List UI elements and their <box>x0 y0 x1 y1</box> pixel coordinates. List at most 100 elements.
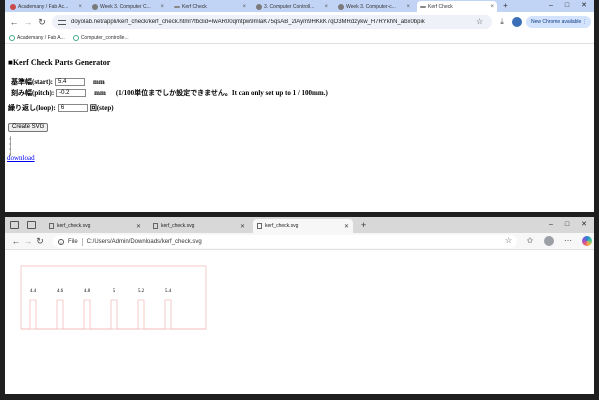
copilot-icon[interactable] <box>582 236 592 246</box>
favorite-star-icon[interactable]: ☆ <box>505 236 512 245</box>
chrome-tab-0[interactable]: Academany / Fab Ac... × <box>7 1 85 12</box>
kerf-width-label-3: 5 <box>113 289 116 294</box>
chrome-window: Academany / Fab Ac... × Week 3. Computer… <box>5 0 594 212</box>
close-window-button[interactable]: ✕ <box>577 0 591 12</box>
tab-close-icon[interactable]: × <box>78 4 82 10</box>
edge-tab-2-active[interactable]: kerf_check.svg ✕ <box>253 219 353 233</box>
reload-button[interactable]: ↻ <box>37 17 47 27</box>
tab-label: Kerf Check <box>428 3 453 10</box>
kerf-width-label-0: 4.4 <box>30 289 37 294</box>
forward-button[interactable]: → <box>23 236 33 246</box>
tab-favicon-icon <box>174 5 180 8</box>
kerf-width-label-5: 5.4 <box>165 289 172 294</box>
maximize-button[interactable]: □ <box>560 217 574 233</box>
tab-close-icon[interactable]: × <box>324 4 328 10</box>
start-label: 基準幅(start): <box>11 78 53 86</box>
info-icon[interactable]: i <box>58 238 64 245</box>
minimize-button[interactable]: – <box>544 217 558 233</box>
create-svg-button[interactable]: Create SVG <box>8 123 49 132</box>
url-text[interactable]: doyolab.net/appli/kerf_check/kerf_check.… <box>71 19 492 25</box>
edge-tab-0[interactable]: kerf_check.svg ✕ <box>45 219 145 233</box>
svg-outline-frame <box>20 265 207 330</box>
kerf-comb-path <box>21 299 206 330</box>
chrome-tab-5-active[interactable]: Kerf Check × <box>417 1 497 12</box>
loop-row: 繰り返し(loop): 6 回(step) <box>8 103 114 113</box>
bookmark-star-icon[interactable]: ☆ <box>476 17 483 26</box>
kerf-width-label-1: 4.6 <box>57 289 64 294</box>
file-icon <box>49 223 54 229</box>
tab-close-icon[interactable]: ✕ <box>240 223 245 230</box>
loop-label: 繰り返し(loop): <box>8 104 56 112</box>
maximize-button[interactable]: □ <box>560 0 574 12</box>
chrome-tab-strip: Academany / Fab Ac... × Week 3. Computer… <box>5 0 594 12</box>
profile-avatar[interactable] <box>544 236 554 246</box>
download-icon[interactable]: ⤓ <box>497 17 507 27</box>
kebab-menu-icon[interactable]: ⋮ <box>582 19 587 25</box>
tab-actions-icon[interactable] <box>27 221 36 229</box>
tab-favicon-icon <box>92 3 98 10</box>
bookmark-label: Academany / Fab A... <box>17 34 65 41</box>
back-button[interactable]: ← <box>11 236 21 246</box>
address-bar[interactable]: i File C:/Users/Admin/Downloads/kerf_che… <box>53 235 517 248</box>
pitch-input[interactable]: -0.2 <box>56 89 87 97</box>
edge-tab-strip: kerf_check.svg ✕ kerf_check.svg ✕ kerf_c… <box>5 217 594 233</box>
bookmark-label: Computer_controlle... <box>80 34 129 41</box>
pitch-unit: mm <box>94 89 106 97</box>
bookmark-item-1[interactable]: Computer_controlle... <box>72 34 129 41</box>
bookmark-item-0[interactable]: Academany / Fab A... <box>9 34 65 41</box>
tab-close-icon[interactable]: × <box>160 4 164 10</box>
chrome-tab-4[interactable]: Week 3. Computer-c... × <box>335 1 413 12</box>
url-text[interactable]: C:/Users/Admin/Downloads/kerf_check.svg <box>87 239 517 245</box>
svg-viewer: 4.4 4.6 4.8 5 5.2 5.4 <box>5 250 594 394</box>
update-label: New Chrome available <box>531 19 582 25</box>
kerf-width-label-4: 5.2 <box>138 289 145 294</box>
loop-unit: 回(step) <box>89 104 114 112</box>
tab-close-icon[interactable]: × <box>406 4 410 10</box>
close-window-button[interactable]: ✕ <box>577 217 591 233</box>
loop-input[interactable]: 6 <box>57 104 88 112</box>
profile-avatar[interactable] <box>512 17 522 27</box>
pitch-label: 刻み幅(pitch): <box>11 89 55 97</box>
tab-favicon-icon <box>338 3 344 10</box>
new-tab-button[interactable]: + <box>501 1 510 11</box>
tab-close-icon[interactable]: × <box>242 4 246 10</box>
back-button[interactable]: ← <box>9 17 19 27</box>
kerf-generator-page: ■Kerf Check Parts Generator 基準幅(start): … <box>5 45 594 212</box>
tab-close-icon[interactable]: ✕ <box>344 223 349 230</box>
new-tab-button[interactable]: + <box>361 220 366 230</box>
tab-label: Week 3. Computer C... <box>100 3 151 10</box>
tab-label: kerf_check.svg <box>161 223 195 229</box>
edge-toolbar: ← → ↻ i File C:/Users/Admin/Downloads/ke… <box>5 233 594 250</box>
file-icon <box>257 223 262 229</box>
chrome-toolbar: ← → ↻ doyolab.net/appli/kerf_check/kerf_… <box>5 12 594 32</box>
edge-window: kerf_check.svg ✕ kerf_check.svg ✕ kerf_c… <box>5 217 594 394</box>
tab-favicon-icon <box>420 5 426 8</box>
forward-button[interactable]: → <box>23 17 33 27</box>
page-title: ■Kerf Check Parts Generator <box>8 58 111 67</box>
tab-close-icon[interactable]: × <box>490 4 494 10</box>
address-bar[interactable]: doyolab.net/appli/kerf_check/kerf_check.… <box>52 15 492 29</box>
start-row: 基準幅(start): 5.4 mm <box>11 77 105 87</box>
start-input[interactable]: 5.4 <box>55 78 85 86</box>
download-link[interactable]: download <box>7 154 35 162</box>
chrome-tab-3[interactable]: 3. Computer Controll... × <box>253 1 331 12</box>
workspaces-icon[interactable] <box>10 221 19 229</box>
reload-button[interactable]: ↻ <box>35 236 45 246</box>
favorites-icon[interactable]: ✩ <box>525 236 535 246</box>
new-chrome-available-button[interactable]: New Chrome available ⋮ <box>526 16 591 28</box>
tab-label: kerf_check.svg <box>57 223 91 229</box>
tab-close-icon[interactable]: ✕ <box>136 223 141 230</box>
edge-tab-1[interactable]: kerf_check.svg ✕ <box>149 219 249 233</box>
pitch-row: 刻み幅(pitch): -0.2 mm (1/100単位までしか設定できません。… <box>11 88 328 98</box>
more-menu-icon[interactable]: ⋯ <box>563 236 573 246</box>
globe-icon <box>9 34 15 41</box>
start-unit: mm <box>93 78 105 86</box>
chrome-tab-1[interactable]: Week 3. Computer C... × <box>89 1 167 12</box>
site-settings-icon[interactable] <box>58 19 66 26</box>
chrome-tab-2[interactable]: Kerf Check × <box>171 1 249 12</box>
pitch-note: (1/100単位までしか設定できません。It can only set up t… <box>115 89 328 97</box>
tab-label: Week 3. Computer-c... <box>346 3 396 10</box>
tab-label: Academany / Fab Ac... <box>18 3 69 10</box>
minimize-button[interactable]: – <box>544 0 558 12</box>
kerf-width-label-2: 4.8 <box>84 289 91 294</box>
